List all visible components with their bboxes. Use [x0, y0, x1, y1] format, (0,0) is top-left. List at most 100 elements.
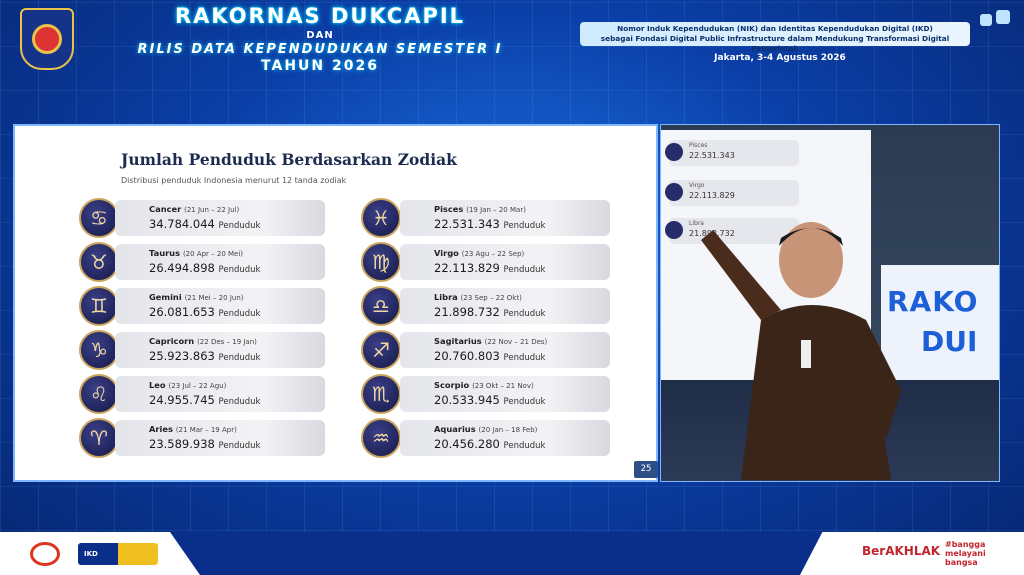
population-unit: Penduduk [218, 265, 261, 275]
zodiac-name: Scorpio (23 Okt – 21 Nov) [434, 380, 534, 390]
banner-text-2: DUI [921, 325, 978, 358]
population-count: 26.081.653 Penduduk [149, 305, 260, 319]
zodiac-card-libra: Libra (23 Sep – 22 Okt) 21.898.732 Pendud… [400, 288, 610, 324]
population-unit: Penduduk [503, 397, 546, 407]
presentation-slide: Jumlah Penduduk Berdasarkan Zodiak Distr… [13, 124, 658, 482]
zodiac-name: Pisces (19 Jan – 20 Mar) [434, 204, 526, 214]
theme-banner: Nomor Induk Kependudukan (NIK) dan Ident… [580, 22, 970, 53]
population-value: 21.898.732 [434, 305, 500, 319]
zodiac-card-capricorn: Capricorn (22 Des – 19 Jan) 25.923.863 Pe… [115, 332, 325, 368]
zodiac-name: Aquarius (20 Jan – 18 Feb) [434, 424, 537, 434]
population-count: 20.760.803 Penduduk [434, 349, 545, 363]
zodiac-card-leo: Leo (23 Jul – 22 Agu) 24.955.745 Penduduk [115, 376, 325, 412]
population-value: 24.955.745 [149, 393, 215, 407]
ikd-logo: IKD [78, 543, 158, 565]
virgo-icon: ♍ [361, 242, 401, 282]
screen-item: Pisces 22.531.343 [665, 140, 799, 166]
population-count: 22.531.343 Penduduk [434, 217, 545, 231]
population-count: 25.923.863 Penduduk [149, 349, 260, 363]
zodiac-sign: Taurus [149, 248, 181, 258]
zodiac-sign: Cancer [149, 204, 182, 214]
zodiac-card-aries: Aries (21 Mar – 19 Apr) 23.589.938 Pendud… [115, 420, 325, 456]
theme-line-2: sebagai Fondasi Digital Public Infrastru… [600, 34, 950, 53]
zodiac-name: Capricorn (22 Des – 19 Jan) [149, 336, 257, 346]
zodiac-card-pisces: Pisces (19 Jan – 20 Mar) 22.531.343 Pendu… [400, 200, 610, 236]
population-unit: Penduduk [503, 353, 546, 363]
zodiac-sign: Virgo [434, 248, 459, 258]
zodiac-sign: Leo [149, 380, 166, 390]
zodiac-card-scorpio: Scorpio (23 Okt – 21 Nov) 20.533.945 Pend… [400, 376, 610, 412]
population-value: 22.113.829 [434, 261, 500, 275]
population-count: 23.589.938 Penduduk [149, 437, 260, 451]
leo-icon: ♌ [79, 374, 119, 414]
zodiac-sign: Capricorn [149, 336, 195, 346]
title-line-4: TAHUN 2026 [261, 58, 379, 74]
zodiac-name: Taurus (20 Apr – 20 Mei) [149, 248, 243, 258]
population-count: 22.113.829 Penduduk [434, 261, 545, 275]
zodiac-card-virgo: Virgo (23 Agu – 22 Sep) 22.113.829 Pendud… [400, 244, 610, 280]
population-value: 20.760.803 [434, 349, 500, 363]
population-unit: Penduduk [218, 309, 261, 319]
population-unit: Penduduk [503, 309, 546, 319]
zodiac-sign: Aquarius [434, 424, 476, 434]
zodiac-date-range: (22 Nov – 21 Des) [484, 338, 548, 346]
population-count: 24.955.745 Penduduk [149, 393, 260, 407]
zodiac-name: Cancer (21 Jun – 22 Jul) [149, 204, 239, 214]
slide-subtitle: Distribusi penduduk Indonesia menurut 12… [121, 176, 347, 185]
population-unit: Penduduk [503, 265, 546, 275]
zodiac-name: Libra (23 Sep – 22 Okt) [434, 292, 522, 302]
population-value: 20.456.280 [434, 437, 500, 451]
zodiac-name: Virgo (23 Agu – 22 Sep) [434, 248, 524, 258]
population-value: 23.589.938 [149, 437, 215, 451]
population-unit: Penduduk [218, 441, 261, 451]
zodiac-name: Gemini (21 Mei – 20 Jun) [149, 292, 243, 302]
speaker-figure [701, 222, 901, 480]
zodiac-date-range: (23 Sep – 22 Okt) [460, 294, 522, 302]
population-unit: Penduduk [218, 397, 261, 407]
cancer-icon: ♋ [79, 198, 119, 238]
zodiac-name: Aries (21 Mar – 19 Apr) [149, 424, 237, 434]
zodiac-date-range: (21 Mei – 20 Jun) [184, 294, 244, 302]
population-value: 25.923.863 [149, 349, 215, 363]
zodiac-date-range: (19 Jan – 20 Mar) [466, 206, 526, 214]
scorpio-icon: ♏ [361, 374, 401, 414]
aries-icon: ♈ [79, 418, 119, 458]
venue-date: Jakarta, 3-4 Agustus 2026 [714, 53, 846, 63]
zodiac-sign: Gemini [149, 292, 182, 302]
population-unit: Penduduk [218, 353, 261, 363]
zodiac-sign: Scorpio [434, 380, 470, 390]
page-number: 25 [634, 461, 658, 478]
theme-line-1: Nomor Induk Kependudukan (NIK) dan Ident… [617, 24, 933, 33]
capricorn-icon: ♑ [79, 330, 119, 370]
population-count: 20.456.280 Penduduk [434, 437, 545, 451]
ministry-emblem-icon [20, 8, 74, 70]
zodiac-card-gemini: Gemini (21 Mei – 20 Jun) 26.081.653 Pendu… [115, 288, 325, 324]
population-value: 22.531.343 [434, 217, 500, 231]
berakhlak-logo: BerAKHLAK [862, 544, 941, 558]
zodiac-card-taurus: Taurus (20 Apr – 20 Mei) 26.494.898 Pendu… [115, 244, 325, 280]
population-count: 26.494.898 Penduduk [149, 261, 260, 275]
title-line-2: DAN [306, 30, 334, 41]
population-value: 20.533.945 [434, 393, 500, 407]
zodiac-date-range: (20 Apr – 20 Mei) [182, 250, 244, 258]
zodiac-date-range: (21 Jun – 22 Jul) [184, 206, 240, 214]
event-title: RAKORNAS DUKCAPIL DAN RILIS DATA KEPENDU… [110, 4, 530, 74]
zodiac-name: Leo (23 Jul – 22 Agu) [149, 380, 226, 390]
slide-title: Jumlah Penduduk Berdasarkan Zodiak [121, 150, 457, 169]
population-unit: Penduduk [218, 221, 261, 231]
zodiac-date-range: (20 Jan – 18 Feb) [478, 426, 538, 434]
zodiac-date-range: (23 Okt – 21 Nov) [472, 382, 534, 390]
population-unit: Penduduk [503, 441, 546, 451]
zodiac-date-range: (23 Jul – 22 Agu) [168, 382, 227, 390]
population-count: 20.533.945 Penduduk [434, 393, 545, 407]
population-unit: Penduduk [503, 221, 546, 231]
pisces-icon: ♓ [361, 198, 401, 238]
zodiac-sign: Aries [149, 424, 173, 434]
zodiac-card-aquarius: Aquarius (20 Jan – 18 Feb) 20.456.280 Pen… [400, 420, 610, 456]
dukcapil-logo-icon [30, 542, 60, 566]
zodiac-date-range: (21 Mar – 19 Apr) [175, 426, 237, 434]
taurus-icon: ♉ [79, 242, 119, 282]
zodiac-card-cancer: Cancer (21 Jun – 22 Jul) 34.784.044 Pendu… [115, 200, 325, 236]
sagitarius-icon: ♐ [361, 330, 401, 370]
zodiac-sign: Pisces [434, 204, 464, 214]
